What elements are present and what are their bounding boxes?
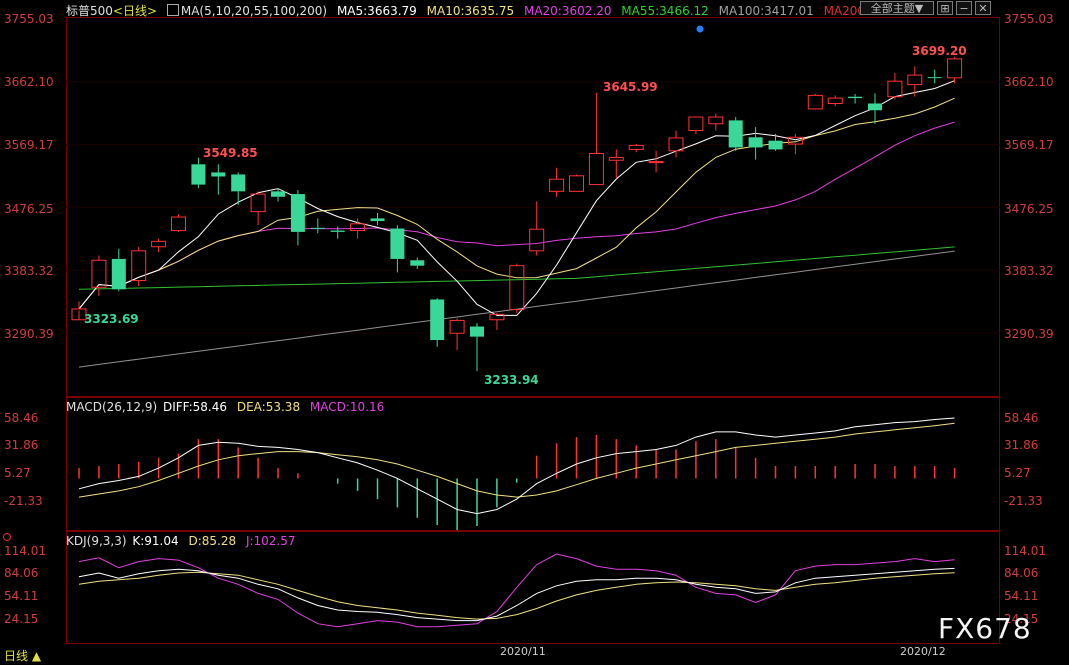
- candle-body-down: [927, 77, 942, 79]
- candle-body-up: [549, 178, 565, 192]
- candle-body-up: [509, 265, 525, 311]
- candle-body-down: [370, 218, 385, 222]
- low-annotation-2: 3233.94: [484, 373, 539, 387]
- period-switch-button[interactable]: 日线 ▲: [4, 647, 41, 664]
- low-annotation-1: 3323.69: [84, 312, 139, 326]
- candle-body-down: [748, 137, 763, 148]
- candle-body-up: [688, 116, 704, 132]
- bottom-bar: 日线 ▲ 2020/11 2020/12: [0, 644, 1069, 665]
- date-label-nov: 2020/11: [500, 645, 546, 658]
- dea-line: [78, 422, 955, 498]
- candle-body-up: [608, 157, 624, 161]
- candle-body-up: [588, 153, 604, 186]
- diff-line: [78, 417, 955, 515]
- candle-body-up: [947, 58, 963, 79]
- candle-body-up: [529, 228, 545, 252]
- candle-body-down: [271, 191, 285, 197]
- triangle-up-icon: ▲: [31, 649, 42, 663]
- candle-body-down: [290, 194, 305, 232]
- candle-body-up: [827, 97, 843, 104]
- candle-body-down: [211, 172, 226, 177]
- candle-body-down: [470, 326, 484, 337]
- candle-body-up: [250, 193, 266, 213]
- d-line: [78, 571, 955, 620]
- watermark-logo: FX678: [938, 612, 1032, 645]
- candle-body-down: [768, 140, 783, 150]
- candle-body-up: [171, 216, 186, 232]
- high-annotation-1: 3549.85: [203, 146, 258, 160]
- candle-body-down: [410, 260, 425, 266]
- j-line: [78, 553, 955, 628]
- candle-body-down: [310, 227, 325, 229]
- candle-body-down: [191, 164, 206, 185]
- k-line: [78, 567, 955, 622]
- candle-body-up: [628, 144, 644, 150]
- candle-body-up: [449, 319, 465, 334]
- candle-body-down: [848, 96, 863, 99]
- candle-body-up: [131, 250, 147, 282]
- candle-body-down: [231, 174, 246, 192]
- candle-body-up: [708, 116, 724, 125]
- high-annotation-2: 3645.99: [603, 80, 658, 94]
- candle-body-down: [430, 299, 445, 341]
- candle-body-up: [350, 223, 366, 232]
- period-switch-label: 日线: [4, 649, 29, 663]
- candle-body-up: [91, 259, 107, 288]
- candle-body-down: [728, 120, 743, 148]
- candle-body-down: [868, 103, 882, 111]
- high-annotation-3: 3699.20: [912, 44, 967, 58]
- ma100-line: [78, 250, 955, 368]
- candle-body-up: [151, 240, 167, 248]
- candle-body-up: [648, 161, 664, 164]
- ma10-line: [78, 97, 955, 310]
- candle-body-up: [907, 74, 923, 86]
- candle-body-down: [111, 258, 126, 290]
- date-label-dec: 2020/12: [900, 645, 946, 658]
- candle-body-up: [807, 94, 823, 110]
- candle-body-up: [887, 80, 903, 98]
- event-marker-dot: [696, 25, 704, 33]
- candle-body-down: [390, 228, 405, 259]
- candle-body-up: [569, 175, 584, 192]
- candle-body-down: [330, 230, 345, 232]
- chart-canvas[interactable]: [0, 0, 1069, 665]
